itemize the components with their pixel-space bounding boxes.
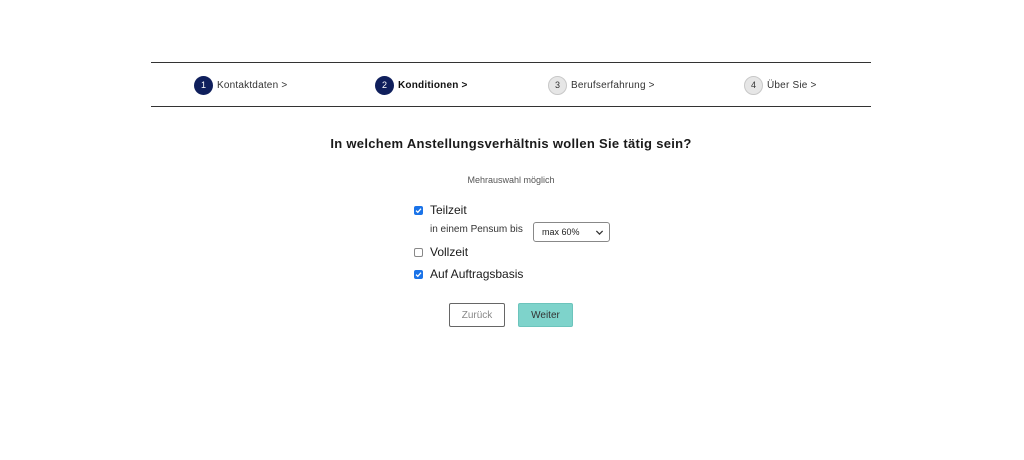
pensum-label: in einem Pensum bis [430,224,523,235]
pensum-select[interactable]: max 60% [533,222,610,242]
checkbox-checked-icon[interactable] [414,205,423,215]
option-label: Vollzeit [430,245,469,259]
progress-stepper: 1 Kontaktdaten > 2 Konditionen > 3 Beruf… [151,62,871,107]
checkbox-unchecked-icon[interactable] [414,247,423,257]
step-label: Berufserfahrung > [571,79,655,91]
step-ueber-sie[interactable]: 4 Über Sie > [744,75,817,95]
step-konditionen[interactable]: 2 Konditionen > [375,75,468,95]
step-kontaktdaten[interactable]: 1 Kontaktdaten > [194,75,287,95]
step-number-badge: 2 [375,75,394,95]
step-label: Über Sie > [767,79,817,91]
option-vollzeit[interactable]: Vollzeit [414,245,468,259]
pensum-selected-value: max 60% [542,227,580,237]
checkbox-checked-icon[interactable] [414,269,423,279]
step-number-badge: 1 [194,75,213,95]
step-number-badge: 3 [548,75,567,95]
chevron-down-icon [595,230,604,236]
option-auftragsbasis[interactable]: Auf Auftragsbasis [414,267,523,281]
next-button[interactable]: Weiter [518,303,573,327]
multi-select-hint: Mehrauswahl möglich [467,175,555,185]
question-heading: In welchem Anstellungsverhältnis wollen … [330,136,692,151]
step-label: Kontaktdaten > [217,79,288,91]
step-label: Konditionen > [398,79,468,91]
back-button[interactable]: Zurück [449,303,505,327]
step-number-badge: 4 [744,75,763,95]
option-teilzeit[interactable]: Teilzeit [414,203,467,217]
step-berufserfahrung[interactable]: 3 Berufserfahrung > [548,75,655,95]
option-label: Auf Auftragsbasis [430,267,524,281]
option-label: Teilzeit [430,203,467,217]
